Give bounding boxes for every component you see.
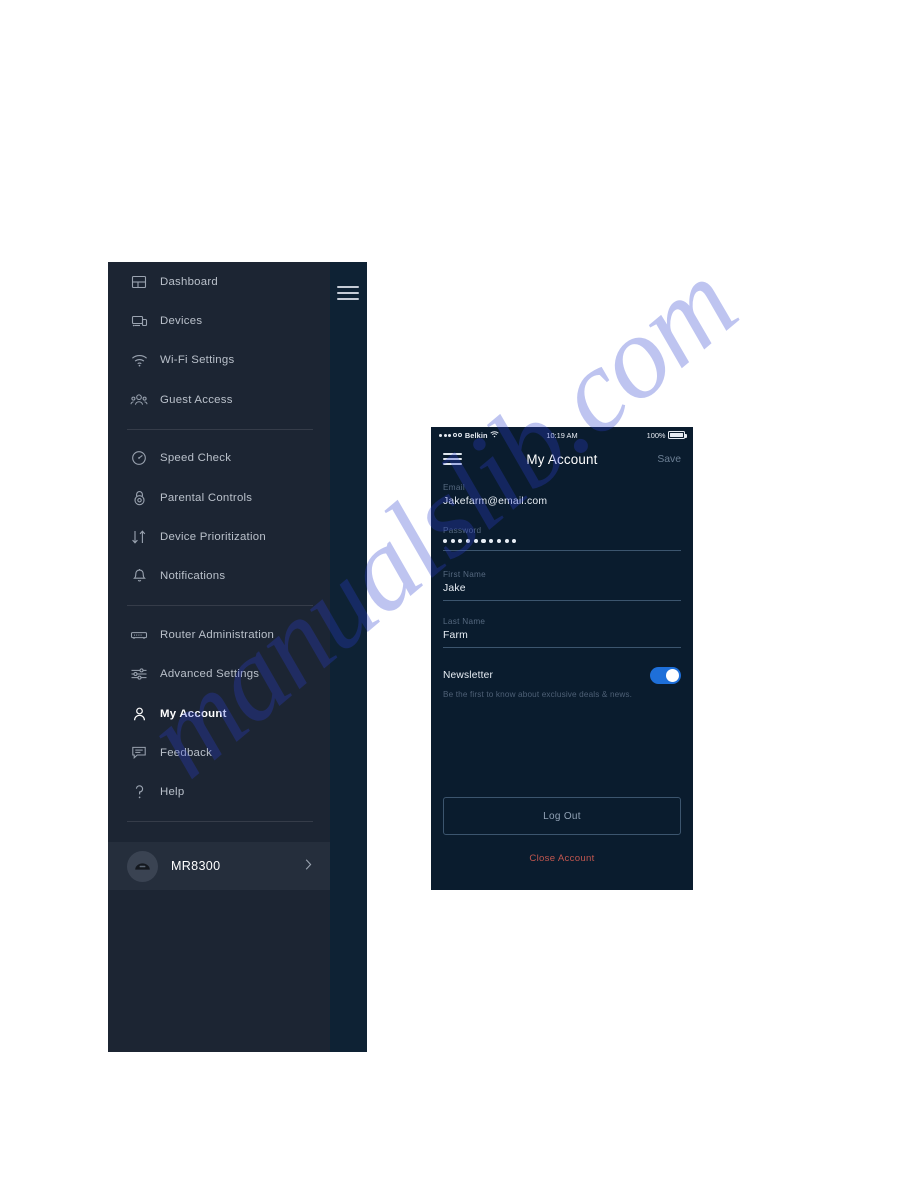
first-name-field-group: First Name Jake [431, 551, 693, 602]
router-icon [127, 623, 151, 647]
sidebar-item-label: Guest Access [160, 393, 233, 406]
first-name-field[interactable]: Jake [443, 583, 681, 600]
password-field-label: Password [443, 526, 482, 535]
router-device-icon [127, 850, 158, 882]
sidebar-item-notifications[interactable]: Notifications [108, 557, 330, 596]
save-button[interactable]: Save [657, 454, 681, 465]
newsletter-toggle[interactable] [650, 667, 681, 684]
newsletter-setting: Newsletter Be the first to know about ex… [431, 648, 693, 700]
sidebar-item-parental-controls[interactable]: Parental Controls [108, 478, 330, 517]
hamburger-menu-icon[interactable] [337, 286, 359, 302]
sidebar-item-label: Notifications [160, 570, 226, 583]
newsletter-description: Be the first to know about exclusive dea… [443, 689, 633, 699]
phone-status-bar: Belkin 10:19 AM 100% [431, 427, 693, 443]
question-mark-icon [127, 780, 151, 804]
newsletter-row: Newsletter [443, 667, 681, 684]
sidebar-item-speed-check[interactable]: Speed Check [108, 439, 330, 478]
sidebar-right-rail [330, 262, 367, 1052]
sidebar-item-label: Device Prioritization [160, 531, 266, 544]
sidebar-divider-2 [127, 605, 313, 607]
person-icon [127, 702, 151, 726]
email-field[interactable]: Jakefarm@email.com [443, 496, 681, 513]
status-bar-right: 100% [646, 430, 687, 440]
sidebar-item-guest-access[interactable]: Guest Access [108, 380, 330, 419]
sidebar-item-label: Feedback [160, 746, 213, 759]
sidebar-item-label: Dashboard [160, 275, 218, 288]
sidebar-nav-list: Dashboard Devices Wi-Fi Settings Guest A… [108, 262, 330, 870]
email-field-label: Email [443, 483, 465, 492]
chat-bubble-icon [127, 741, 151, 765]
sidebar-item-label: Wi-Fi Settings [160, 354, 235, 367]
sidebar-item-my-account[interactable]: My Account [108, 694, 330, 733]
app-navigation-sidebar: Dashboard Devices Wi-Fi Settings Guest A… [108, 262, 367, 1052]
first-name-field-label: First Name [443, 570, 487, 580]
sidebar-item-help[interactable]: Help [108, 773, 330, 812]
phone-mockup: Belkin 10:19 AM 100% My Account Save Ema… [431, 427, 693, 890]
chevron-right-icon [305, 859, 312, 874]
bell-icon [127, 564, 151, 588]
arrows-up-down-icon [127, 525, 151, 549]
sidebar-item-label: Help [160, 786, 185, 799]
devices-icon [127, 309, 151, 333]
sidebar-divider-1 [127, 428, 313, 430]
speedometer-icon [127, 446, 151, 470]
sidebar-main-panel: Dashboard Devices Wi-Fi Settings Guest A… [108, 262, 330, 1052]
password-field-group: Password [431, 513, 693, 552]
parental-controls-icon [127, 486, 151, 510]
sidebar-item-feedback[interactable]: Feedback [108, 733, 330, 772]
password-field[interactable] [443, 539, 681, 550]
email-field-group: Email Jakefarm@email.com [431, 476, 693, 513]
sidebar-item-label: My Account [160, 707, 227, 720]
wifi-icon [127, 348, 151, 372]
last-name-field[interactable]: Farm [443, 630, 681, 647]
newsletter-label: Newsletter [443, 669, 494, 681]
battery-percent-label: 100% [646, 430, 666, 440]
sidebar-divider-3 [127, 821, 313, 823]
phone-app-bar: My Account Save [431, 443, 693, 476]
sidebar-item-label: Advanced Settings [160, 668, 260, 681]
sidebar-item-device-prioritization[interactable]: Device Prioritization [108, 517, 330, 556]
sidebar-item-advanced-settings[interactable]: Advanced Settings [108, 655, 330, 694]
guest-access-icon [127, 388, 151, 412]
sidebar-router-row[interactable]: MR8300 [108, 842, 330, 890]
last-name-field-group: Last Name Farm [431, 601, 693, 649]
sliders-icon [127, 662, 151, 686]
router-name-label: MR8300 [171, 859, 221, 873]
dashboard-icon [127, 270, 151, 294]
sidebar-item-label: Speed Check [160, 452, 232, 465]
sidebar-item-devices[interactable]: Devices [108, 301, 330, 340]
last-name-field-label: Last Name [443, 617, 486, 627]
log-out-button[interactable]: Log Out [443, 797, 681, 835]
sidebar-item-router-administration[interactable]: Router Administration [108, 615, 330, 654]
sidebar-item-label: Router Administration [160, 628, 275, 641]
page-title: My Account [526, 452, 598, 467]
close-account-link[interactable]: Close Account [431, 853, 693, 864]
sidebar-item-label: Devices [160, 315, 203, 328]
sidebar-item-label: Parental Controls [160, 491, 253, 504]
sidebar-item-dashboard[interactable]: Dashboard [108, 262, 330, 301]
sidebar-item-wifi-settings[interactable]: Wi-Fi Settings [108, 341, 330, 380]
battery-full-icon [668, 431, 687, 439]
